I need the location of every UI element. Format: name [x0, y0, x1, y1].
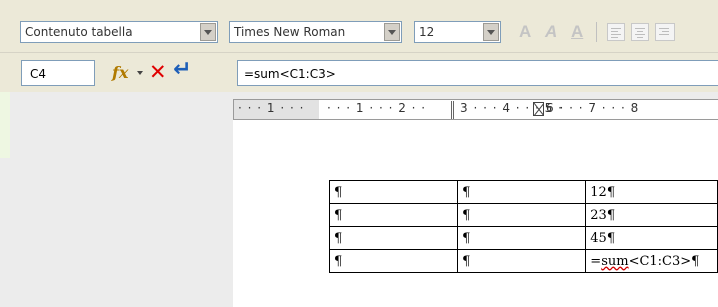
align-center-icon[interactable] — [631, 23, 649, 41]
table-cell[interactable]: ¶ — [457, 203, 587, 227]
font-name-combo[interactable]: Times New Roman — [229, 21, 402, 43]
spellcheck-word: sum — [601, 253, 629, 269]
ruler-column-marker[interactable] — [451, 101, 454, 119]
cancel-icon[interactable]: ✕ — [149, 60, 167, 84]
table-cell[interactable]: 45¶ — [585, 226, 718, 250]
underline-icon[interactable]: A — [571, 22, 583, 42]
function-icon[interactable]: fx — [112, 63, 128, 82]
ruler-segment: · · · 1 · · · 2 · · — [327, 101, 427, 115]
align-right-icon[interactable] — [655, 23, 675, 41]
ruler-segment: · · · 1 · · · — [238, 101, 305, 115]
toolbar-separator — [596, 22, 597, 42]
font-size-value: 12 — [419, 25, 435, 39]
chevron-down-icon[interactable] — [384, 23, 400, 41]
table-cell[interactable]: ¶ — [328, 226, 459, 250]
table-row: ¶ ¶ =sum<C1:C3>¶ — [328, 249, 718, 273]
italic-icon[interactable]: A — [545, 22, 557, 42]
align-left-icon[interactable] — [607, 23, 625, 41]
accept-icon[interactable]: ↵ — [173, 58, 191, 82]
ruler-segment: 6 · · · 7 · · · 8 — [546, 101, 640, 115]
formula-prefix: = — [590, 253, 602, 269]
table-cell[interactable]: 12¶ — [585, 180, 718, 204]
bold-icon[interactable]: A — [519, 22, 531, 42]
chevron-down-icon[interactable] — [200, 23, 216, 41]
formula-cell[interactable]: =sum<C1:C3>¶ — [585, 249, 718, 273]
paragraph-style-combo[interactable]: Contenuto tabella — [20, 21, 218, 43]
cell-reference-field[interactable]: C4 — [21, 60, 95, 86]
ruler-indent-marker-icon[interactable] — [533, 102, 544, 116]
table-cell[interactable]: 23¶ — [585, 203, 718, 227]
paragraph-style-value: Contenuto tabella — [25, 25, 133, 39]
font-name-value: Times New Roman — [234, 25, 346, 39]
formula-rest: <C1:C3>¶ — [628, 253, 700, 269]
table-row: ¶ ¶ 12¶ — [328, 180, 718, 204]
chevron-down-icon[interactable] — [483, 23, 499, 41]
navigator-edge — [0, 92, 10, 158]
table-cell[interactable]: ¶ — [457, 249, 587, 273]
document-table[interactable]: ¶ ¶ 12¶ ¶ ¶ 23¶ ¶ ¶ 45¶ ¶ ¶ =sum<C1:C3>¶ — [328, 180, 718, 273]
formula-input[interactable]: =sum<C1:C3> — [237, 60, 718, 86]
table-cell[interactable]: ¶ — [457, 180, 587, 204]
table-cell[interactable]: ¶ — [328, 249, 459, 273]
chevron-down-icon[interactable] — [137, 71, 143, 75]
font-size-combo[interactable]: 12 — [414, 21, 501, 43]
table-cell[interactable]: ¶ — [328, 180, 459, 204]
table-cell[interactable]: ¶ — [457, 226, 587, 250]
table-cell[interactable]: ¶ — [328, 203, 459, 227]
table-row: ¶ ¶ 23¶ — [328, 203, 718, 227]
table-row: ¶ ¶ 45¶ — [328, 226, 718, 250]
